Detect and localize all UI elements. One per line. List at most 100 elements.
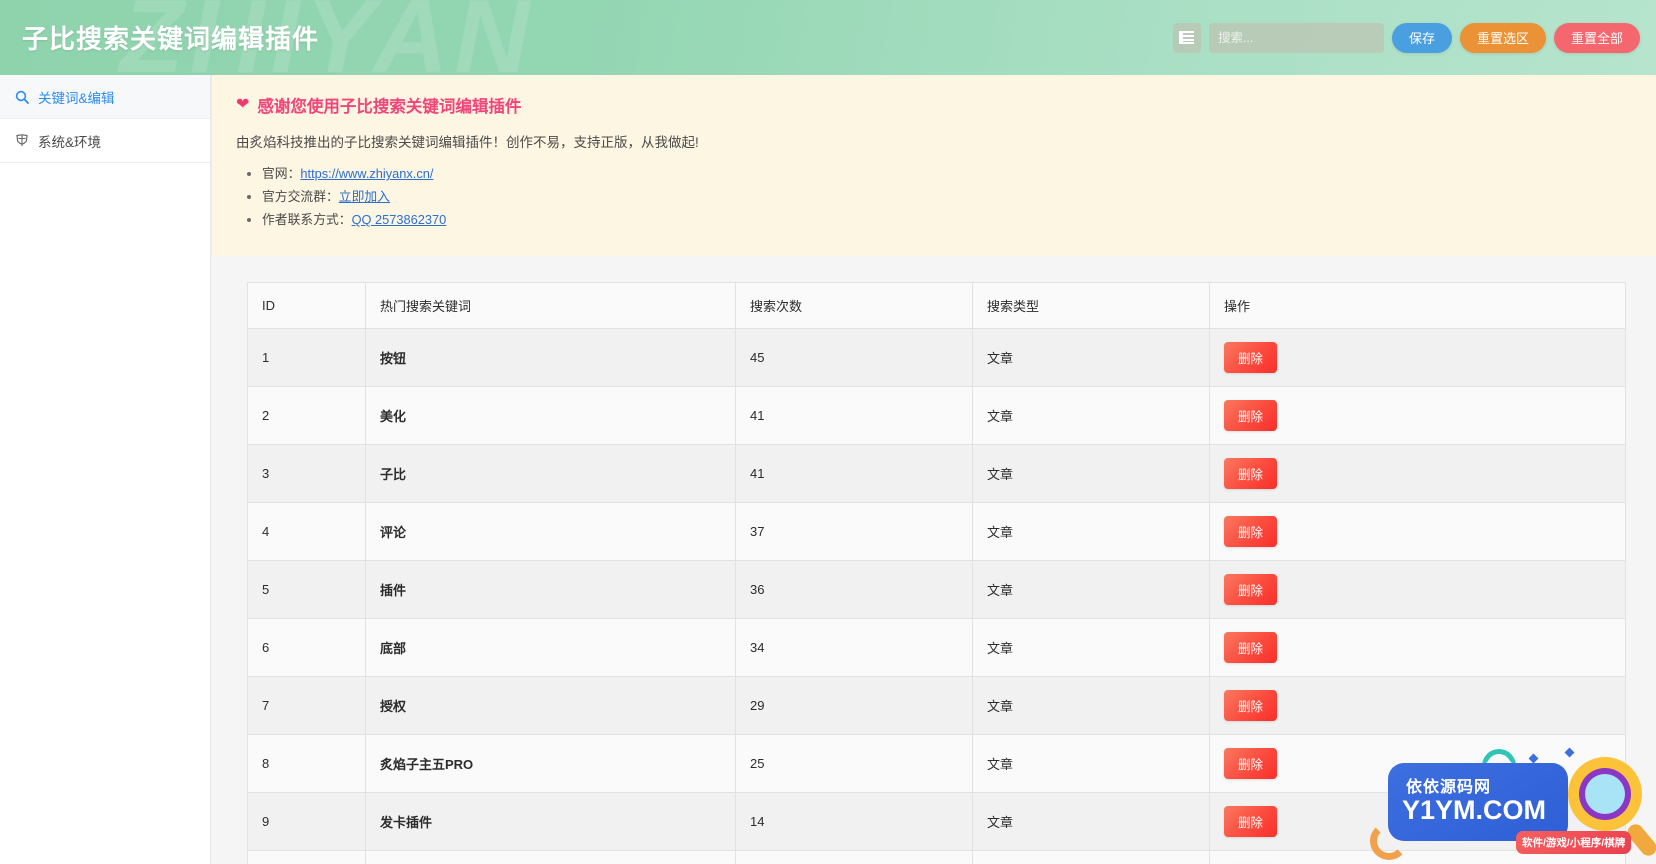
sidebar-item-system[interactable]: 系统&环境 <box>0 119 210 163</box>
delete-button[interactable]: 删除 <box>1224 342 1278 373</box>
cell-keyword: 评论 <box>365 502 736 561</box>
delete-button[interactable]: 删除 <box>1224 690 1278 721</box>
cell-keyword: 工单 <box>365 850 736 864</box>
sidebar-item-label: 系统&环境 <box>38 134 102 150</box>
cell-count: 41 <box>735 386 973 445</box>
reset-selection-button[interactable]: 重置选区 <box>1459 22 1546 53</box>
cell-action: 删除 <box>1209 386 1626 445</box>
cell-action: 删除 <box>1209 560 1626 619</box>
delete-button[interactable]: 删除 <box>1224 748 1278 779</box>
cell-count: 25 <box>735 734 973 793</box>
table-row: 8 炙焰子主五PRO 25 文章 删除 <box>247 734 1626 793</box>
table-row: 6 底部 34 文章 删除 <box>247 618 1626 677</box>
cell-action: 删除 <box>1209 676 1626 735</box>
cell-type: 文章 <box>972 618 1210 677</box>
body-wrapper: 关键词&编辑 系统&环境 ❤ 感谢您使用子比搜索关键词编辑插件 由炙焰科技推出的… <box>0 75 1656 864</box>
notice-description: 由炙焰科技推出的子比搜索关键词编辑插件！创作不易，支持正版，从我做起! <box>236 135 699 150</box>
cell-keyword: 授权 <box>365 676 736 735</box>
reset-all-button[interactable]: 重置全部 <box>1553 22 1640 53</box>
cell-id: 8 <box>247 734 366 793</box>
cell-id: 1 <box>247 328 366 387</box>
delete-button[interactable]: 删除 <box>1224 516 1278 547</box>
search-icon <box>14 89 29 104</box>
table-row: 1 按钮 45 文章 删除 <box>247 328 1626 387</box>
cell-action: 删除 <box>1209 328 1626 387</box>
column-header-type: 搜索类型 <box>972 282 1210 329</box>
sidebar-item-label: 关键词&编辑 <box>38 90 115 106</box>
notice-item-label: 官方交流群： <box>262 189 339 204</box>
keywords-table: ID 热门搜索关键词 搜索次数 搜索类型 操作 1 按钮 45 文章 删除 2 美化 41 文章… <box>247 282 1626 864</box>
table-row: 5 插件 36 文章 删除 <box>247 560 1626 619</box>
column-header-count: 搜索次数 <box>735 282 973 329</box>
delete-button[interactable]: 删除 <box>1224 806 1278 837</box>
table-row: 7 授权 29 文章 删除 <box>247 676 1626 735</box>
cell-type: 文章 <box>972 386 1210 445</box>
cell-action: 删除 <box>1209 850 1626 864</box>
cell-keyword: 炙焰子主五PRO <box>365 734 736 793</box>
cell-count: 34 <box>735 618 973 677</box>
header-toolbar: 保存 重置选区 重置全部 <box>1172 22 1640 53</box>
notice-title-text: 感谢您使用子比搜索关键词编辑插件 <box>257 98 522 116</box>
search-input[interactable] <box>1208 22 1384 53</box>
app-header: ZHIYAN 子比搜索关键词编辑插件 保存 重置选区 重置全部 <box>0 0 1656 75</box>
cell-keyword: 底部 <box>365 618 736 677</box>
sidebar: 关键词&编辑 系统&环境 <box>0 75 211 864</box>
main-content: ❤ 感谢您使用子比搜索关键词编辑插件 由炙焰科技推出的子比搜索关键词编辑插件！创… <box>211 75 1656 864</box>
cell-type: 文章 <box>972 560 1210 619</box>
notice-panel: ❤ 感谢您使用子比搜索关键词编辑插件 由炙焰科技推出的子比搜索关键词编辑插件！创… <box>211 75 1656 256</box>
cell-type: 文章 <box>972 850 1210 864</box>
cell-id: 10 <box>247 850 366 864</box>
notice-title-row: ❤ 感谢您使用子比搜索关键词编辑插件 <box>236 93 1632 117</box>
cell-action: 删除 <box>1209 618 1626 677</box>
cell-id: 3 <box>247 444 366 503</box>
list-item: 作者联系方式：QQ 2573862370 <box>262 209 1632 231</box>
list-item: 官方交流群：立即加入 <box>262 186 1632 208</box>
cell-count: 41 <box>735 444 973 503</box>
cell-id: 2 <box>247 386 366 445</box>
table-area: ID 热门搜索关键词 搜索次数 搜索类型 操作 1 按钮 45 文章 删除 2 美化 41 文章… <box>211 256 1656 864</box>
delete-button[interactable]: 删除 <box>1224 574 1278 605</box>
notice-item-label: 作者联系方式： <box>262 212 352 227</box>
cell-action: 删除 <box>1209 502 1626 561</box>
table-row: 9 发卡插件 14 文章 删除 <box>247 792 1626 851</box>
official-site-link[interactable]: https://www.zhiyanx.cn/ <box>300 166 433 181</box>
sidebar-item-keywords[interactable]: 关键词&编辑 <box>0 75 210 119</box>
cell-type: 文章 <box>972 502 1210 561</box>
cell-count: 37 <box>735 502 973 561</box>
table-row: 10工单12文章删除 <box>247 850 1626 864</box>
cell-count: 45 <box>735 328 973 387</box>
delete-button[interactable]: 删除 <box>1224 458 1278 489</box>
save-button[interactable]: 保存 <box>1391 22 1452 53</box>
table-row: 4 评论 37 文章 删除 <box>247 502 1626 561</box>
cell-id: 9 <box>247 792 366 851</box>
cell-id: 4 <box>247 502 366 561</box>
cell-action: 删除 <box>1209 792 1626 851</box>
delete-button[interactable]: 删除 <box>1224 400 1278 431</box>
cell-type: 文章 <box>972 328 1210 387</box>
list-item: 官网：https://www.zhiyanx.cn/ <box>262 163 1632 185</box>
page-title: 子比搜索关键词编辑插件 <box>22 24 320 54</box>
cell-keyword: 发卡插件 <box>365 792 736 851</box>
author-contact-link[interactable]: QQ 2573862370 <box>352 212 447 227</box>
cell-keyword: 插件 <box>365 560 736 619</box>
cell-action: 删除 <box>1209 734 1626 793</box>
list-filter-icon[interactable] <box>1172 22 1201 53</box>
cell-count: 14 <box>735 792 973 851</box>
column-header-id: ID <box>247 282 366 329</box>
cell-type: 文章 <box>972 792 1210 851</box>
cell-type: 文章 <box>972 444 1210 503</box>
cell-id: 7 <box>247 676 366 735</box>
notice-item-label: 官网： <box>262 166 301 181</box>
column-header-keyword: 热门搜索关键词 <box>365 282 736 329</box>
cell-keyword: 按钮 <box>365 328 736 387</box>
column-header-action: 操作 <box>1209 282 1626 329</box>
cell-id: 5 <box>247 560 366 619</box>
cell-keyword: 美化 <box>365 386 736 445</box>
table-body: 1 按钮 45 文章 删除 2 美化 41 文章 删除 3 子比 41 文章 删除 4 评论 37 文章 删除 5 插件 3… <box>247 328 1626 864</box>
cell-count: 29 <box>735 676 973 735</box>
join-group-link[interactable]: 立即加入 <box>339 189 390 204</box>
heart-icon: ❤ <box>236 96 250 113</box>
notice-list: 官网：https://www.zhiyanx.cn/ 官方交流群：立即加入 作者… <box>236 163 1632 231</box>
delete-button[interactable]: 删除 <box>1224 632 1278 663</box>
table-row: 3 子比 41 文章 删除 <box>247 444 1626 503</box>
